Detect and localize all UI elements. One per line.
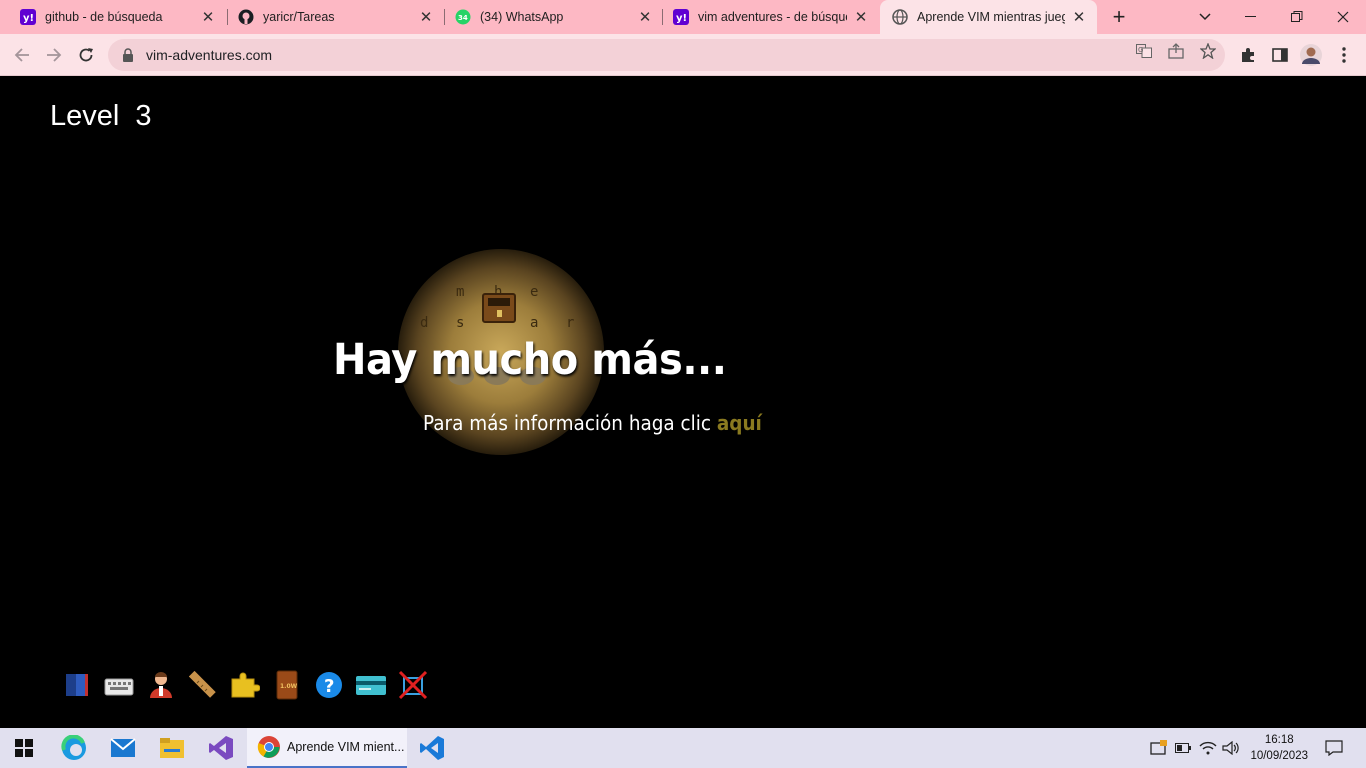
edge-browser-icon[interactable] (50, 728, 98, 768)
address-bar[interactable] (108, 39, 1225, 71)
mute-icon[interactable] (396, 668, 430, 702)
page-title: Hay mucho más... (333, 335, 727, 385)
more-info-text: Para más información haga clic aquí (423, 411, 762, 435)
side-panel-icon[interactable] (1266, 41, 1294, 69)
game-viewport[interactable]: Level 3 m h e d s a r Hay mucho más... Pa… (0, 77, 1366, 728)
grid-letter: s (456, 315, 465, 331)
share-icon[interactable] (1167, 42, 1185, 60)
vscode-icon[interactable] (408, 728, 456, 768)
puzzle-icon[interactable] (228, 668, 262, 702)
tab-title: Aprende VIM mientras juegas (917, 10, 1065, 24)
svg-text:y!: y! (676, 13, 687, 24)
chrome-icon (257, 736, 280, 758)
tab-github-search[interactable]: y! github - de búsqueda ✕ (0, 0, 226, 34)
close-icon[interactable]: ✕ (200, 9, 216, 26)
profile-avatar-icon[interactable] (1297, 41, 1325, 69)
grid-letter: e (530, 284, 539, 300)
battery-icon[interactable] (1173, 728, 1193, 768)
more-info-label: Para más información haga clic (423, 411, 712, 435)
svg-text:?: ? (324, 676, 334, 697)
visual-studio-icon[interactable] (197, 728, 245, 768)
grid-letter: m (456, 284, 465, 300)
close-icon[interactable]: ✕ (1071, 9, 1087, 26)
tab-vim-search[interactable]: y! vim adventures - de búsqueda ✕ (663, 0, 879, 34)
level-indicator: Level 3 (50, 100, 151, 133)
svg-text:G: G (1138, 46, 1143, 54)
grid-letter: r (566, 315, 575, 331)
taskbar-chrome-app[interactable]: Aprende VIM mient... (247, 728, 407, 768)
extensions-puzzle-icon[interactable] (1234, 41, 1262, 69)
meet-now-icon[interactable] (1148, 728, 1170, 768)
treasure-chest-sprite (482, 293, 516, 323)
system-clock[interactable]: 16:18 10/09/2023 (1250, 732, 1308, 764)
reload-icon[interactable] (72, 41, 100, 69)
grid-letter: d (420, 315, 429, 331)
keyboard-icon[interactable] (102, 668, 136, 702)
lock-icon[interactable] (122, 48, 134, 62)
browser-toolbar: G (0, 34, 1366, 76)
taskbar-app-label: Aprende VIM mient... (287, 740, 405, 754)
tab-search-chevron-icon[interactable] (1182, 0, 1228, 34)
file-explorer-icon[interactable] (148, 728, 196, 768)
bookmark-star-icon[interactable] (1199, 42, 1217, 60)
volume-icon[interactable] (1220, 728, 1242, 768)
close-icon[interactable]: ✕ (853, 9, 869, 26)
level-label: Level (50, 100, 120, 132)
book-icon[interactable] (60, 668, 94, 702)
windows-taskbar: Aprende VIM mient... 16:18 10/09/2023 (0, 728, 1366, 768)
yahoo-icon: y! (673, 9, 689, 25)
level-number: 3 (135, 100, 152, 132)
tab-whatsapp[interactable]: 34 (34) WhatsApp ✕ (445, 0, 663, 34)
url-input[interactable] (146, 47, 846, 63)
tab-title: vim adventures - de búsqueda (698, 10, 847, 24)
minimize-icon[interactable] (1228, 0, 1274, 34)
tab-yaricr-tareas[interactable]: yaricr/Tareas ✕ (228, 0, 444, 34)
globe-icon (892, 9, 908, 25)
close-window-icon[interactable] (1320, 0, 1366, 34)
svg-text:y!: y! (23, 13, 34, 24)
user-icon[interactable] (144, 668, 178, 702)
mail-icon[interactable] (99, 728, 147, 768)
tab-title: yaricr/Tareas (263, 10, 335, 24)
tab-strip: y! github - de búsqueda ✕ yaricr/Tareas … (0, 0, 1366, 34)
svg-text:34: 34 (458, 14, 468, 22)
back-arrow-icon[interactable] (8, 41, 36, 69)
menu-kebab-icon[interactable] (1330, 41, 1358, 69)
grid-letter: a (530, 315, 539, 331)
svg-text:1.0W: 1.0W (280, 683, 298, 690)
wifi-icon[interactable] (1197, 728, 1219, 768)
tab-title: (34) WhatsApp (480, 10, 564, 24)
forward-arrow-icon[interactable] (40, 41, 68, 69)
translate-icon[interactable]: G (1135, 42, 1153, 60)
manual-icon[interactable]: 1.0W (270, 668, 304, 702)
new-tab-button[interactable]: + (1096, 0, 1142, 34)
yahoo-icon: y! (20, 9, 36, 25)
credit-card-icon[interactable] (354, 668, 388, 702)
more-info-link[interactable]: aquí (717, 411, 762, 435)
help-icon[interactable]: ? (312, 668, 346, 702)
whatsapp-icon: 34 (455, 9, 471, 25)
game-toolbar: 1.0W ? (60, 668, 430, 702)
start-windows-icon[interactable] (0, 728, 48, 768)
github-icon (238, 9, 254, 25)
clock-date: 10/09/2023 (1250, 750, 1308, 762)
close-icon[interactable]: ✕ (637, 9, 653, 26)
tab-title: github - de búsqueda (45, 10, 163, 24)
tab-vim-adventures[interactable]: Aprende VIM mientras juegas ✕ (880, 0, 1097, 34)
ruler-icon[interactable] (186, 668, 220, 702)
clock-time: 16:18 (1264, 734, 1294, 746)
close-icon[interactable]: ✕ (418, 9, 434, 26)
restore-icon[interactable] (1274, 0, 1320, 34)
notifications-icon[interactable] (1320, 728, 1348, 768)
